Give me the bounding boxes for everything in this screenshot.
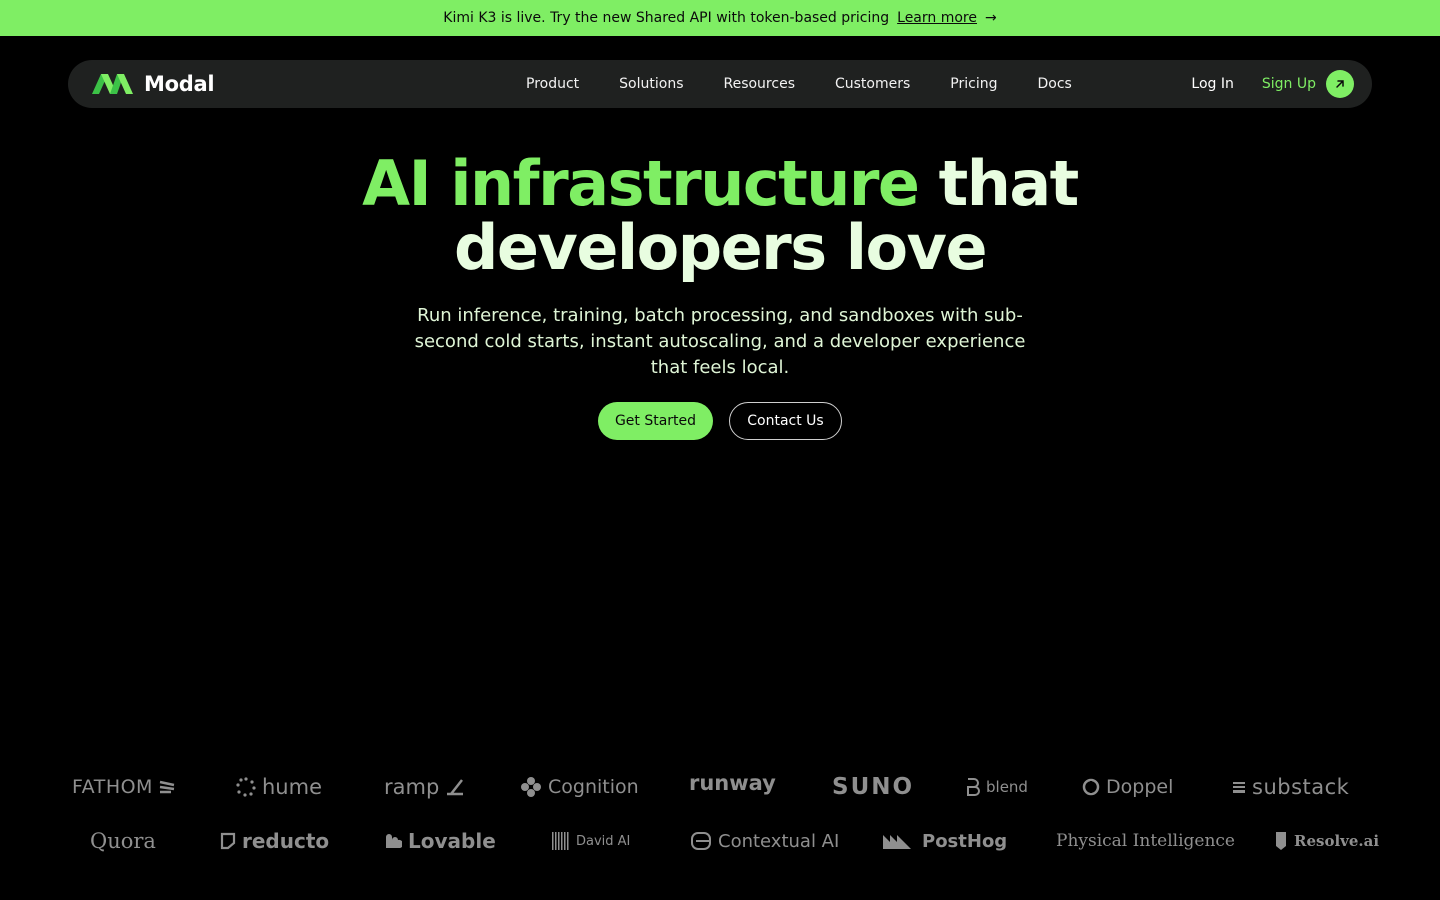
arrow-right-icon: →: [984, 10, 997, 26]
customer-logo-label: Lovable: [408, 829, 496, 853]
hero-subtitle: Run inference, training, batch processin…: [414, 305, 1026, 378]
hero-title-rest: that: [918, 147, 1080, 220]
login-link[interactable]: Log In: [1191, 76, 1233, 92]
brand-logo[interactable]: Modal: [90, 72, 215, 96]
customer-logo-suno: SUNO: [832, 767, 914, 807]
customer-logo-label: hume: [262, 775, 322, 799]
customer-logo-ramp: ramp: [384, 767, 465, 807]
customer-logo-label: David AI: [576, 833, 631, 849]
doppel-mark-icon: [1082, 778, 1100, 796]
customer-logo-lovable: Lovable: [384, 821, 496, 861]
nav-link-resources[interactable]: Resources: [723, 76, 795, 92]
customer-logo-label: ramp: [384, 775, 440, 799]
arrow-up-right-icon: [1336, 80, 1344, 88]
customer-logo-label: reducto: [242, 829, 330, 853]
hero-title-line2: developers love: [453, 211, 988, 284]
posthog-mark-icon: [883, 835, 911, 849]
resolve-ai-mark-icon: [1276, 832, 1286, 850]
customer-logo-resolve-ai: Resolve.ai: [1274, 821, 1379, 861]
hero-title: AI infrastructure that developers love: [0, 152, 1440, 280]
customer-logos-row-2: Quora reducto Lovable David AI Contextua…: [0, 821, 1440, 861]
customer-logo-contextual-ai: Contextual AI: [690, 821, 839, 861]
fathom-mark-icon: [159, 780, 175, 794]
nav-actions: Log In Sign Up: [1191, 60, 1354, 108]
ramp-mark-icon: [447, 779, 464, 796]
cognition-flower-icon: [521, 777, 541, 797]
customer-logo-label: Quora: [90, 829, 156, 853]
customer-logo-posthog: PostHog: [882, 821, 1007, 861]
learn-more-link[interactable]: Learn more: [897, 10, 977, 26]
banner-text: Kimi K3 is live. Try the new Shared API …: [443, 10, 890, 26]
modal-logo-icon: [92, 74, 133, 94]
get-started-button[interactable]: Get Started: [598, 402, 713, 440]
nav-link-solutions[interactable]: Solutions: [619, 76, 683, 92]
lovable-mark-icon: [386, 834, 402, 848]
blend-mark-icon: [967, 778, 980, 796]
customer-logo-label: runway: [689, 771, 776, 795]
nav-link-docs[interactable]: Docs: [1038, 76, 1072, 92]
customer-logo-blend: blend: [966, 767, 1028, 807]
customer-logo-substack: substack: [1232, 767, 1349, 807]
customer-logo-label: Doppel: [1106, 776, 1174, 798]
brand-name: Modal: [144, 72, 215, 96]
customer-logo-label: Contextual AI: [718, 830, 840, 852]
customer-logo-label: Resolve.ai: [1294, 832, 1380, 850]
hume-dots-icon: [236, 777, 256, 797]
nav-link-customers[interactable]: Customers: [835, 76, 910, 92]
customer-logo-physical-intelligence: Physical Intelligence: [1056, 821, 1235, 861]
nav-link-pricing[interactable]: Pricing: [950, 76, 997, 92]
hero-title-highlight: AI infrastructure: [362, 147, 920, 220]
contact-us-button[interactable]: Contact Us: [729, 402, 842, 440]
nav-link-product[interactable]: Product: [526, 76, 579, 92]
signup-link[interactable]: Sign Up: [1262, 76, 1316, 92]
announcement-banner: Kimi K3 is live. Try the new Shared API …: [0, 0, 1440, 36]
customer-logo-label: SUNO: [832, 774, 915, 800]
customer-logo-label: blend: [986, 778, 1028, 796]
customer-logo-david-ai: David AI: [550, 821, 630, 861]
substack-mark-icon: [1233, 782, 1245, 793]
customer-logo-label: substack: [1252, 775, 1350, 799]
customer-logos-row-1: FATHOM hume ramp Cognition runway SUNO b…: [0, 767, 1440, 807]
signup-button[interactable]: [1326, 70, 1354, 98]
customer-logo-label: Cognition: [548, 776, 639, 798]
contextual-ai-mark-icon: [691, 832, 711, 850]
customer-logo-reducto: reducto: [220, 821, 329, 861]
customer-logo-cognition: Cognition: [520, 767, 639, 807]
customer-logo-label: Physical Intelligence: [1056, 831, 1235, 851]
customer-logo-fathom: FATHOM: [72, 767, 175, 807]
customer-logo-hume: hume: [236, 767, 322, 807]
customer-logo-label: PostHog: [922, 830, 1008, 852]
customer-logo-runway: runway: [689, 763, 776, 803]
reducto-mark-icon: [220, 832, 236, 850]
nav-links: Product Solutions Resources Customers Pr…: [526, 60, 1112, 108]
david-ai-mark-icon: [552, 832, 569, 850]
top-nav: Modal Product Solutions Resources Custom…: [68, 60, 1372, 108]
customer-logo-doppel: Doppel: [1082, 767, 1173, 807]
customer-logo-quora: Quora: [90, 821, 156, 861]
customer-logo-label: FATHOM: [72, 776, 153, 798]
